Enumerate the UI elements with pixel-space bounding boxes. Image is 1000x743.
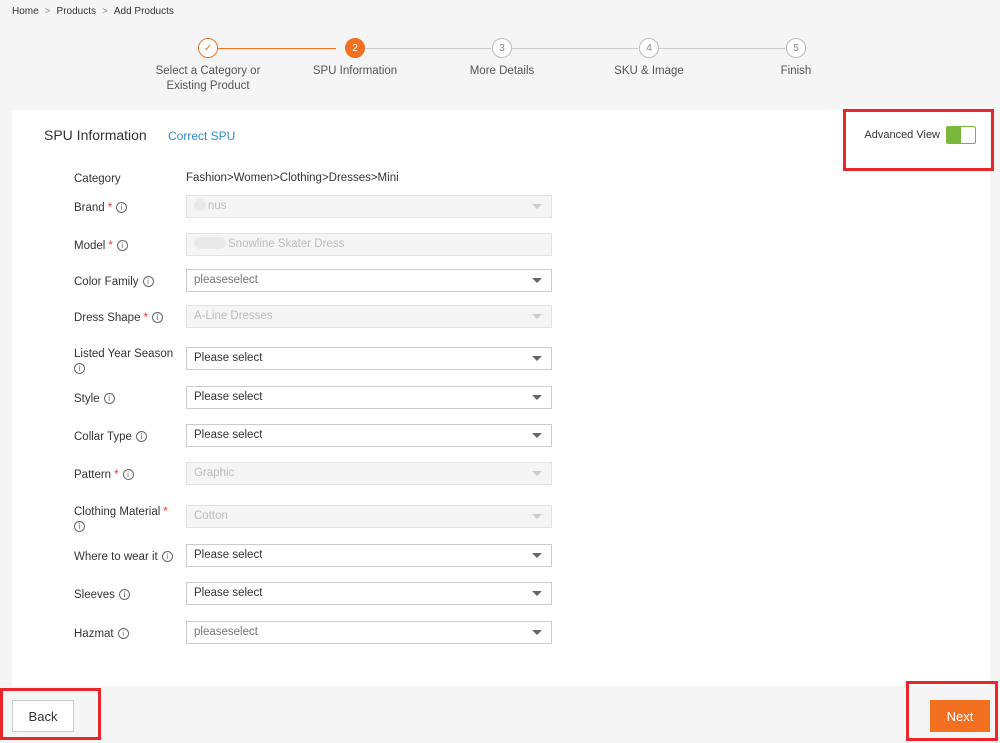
hazmat-value: pleaseselect	[194, 626, 258, 638]
info-icon[interactable]: i	[74, 521, 85, 532]
chevron-down-icon	[532, 514, 542, 519]
chevron-down-icon	[532, 278, 542, 283]
category-label: Category	[74, 173, 121, 185]
color-family-value: pleaseselect	[194, 274, 258, 286]
dress-shape-label: Dress Shape	[74, 312, 141, 324]
where-to-wear-select[interactable]: Please select	[186, 544, 552, 567]
sleeves-label: Sleeves	[74, 589, 115, 601]
required-mark: *	[114, 469, 119, 481]
required-mark: *	[107, 202, 113, 214]
required-mark: *	[143, 312, 148, 324]
color-family-label: Color Family	[74, 276, 139, 288]
brand-label: Brand	[74, 202, 105, 214]
step-number: 2	[345, 38, 365, 58]
highlight-box-advanced-view	[843, 109, 994, 171]
required-mark: *	[108, 240, 113, 252]
spu-information-panel: SPU Information Correct SPU Advanced Vie…	[12, 110, 990, 686]
pattern-value: Graphic	[194, 467, 235, 479]
highlight-box-back	[0, 688, 101, 740]
step-finish: 5 Finish	[731, 38, 861, 79]
breadcrumb-current: Add Products	[113, 6, 174, 17]
breadcrumb: Home > Products > Add Products	[12, 6, 174, 17]
breadcrumb-home[interactable]: Home	[12, 6, 39, 17]
sleeves-value: Please select	[194, 587, 263, 599]
chevron-down-icon	[532, 471, 542, 476]
style-value: Please select	[194, 391, 263, 403]
chevron-down-icon	[532, 553, 542, 558]
step-number: 3	[492, 38, 512, 58]
info-icon[interactable]: i	[135, 431, 147, 442]
breadcrumb-separator: >	[102, 6, 108, 17]
step-label: SPU Information	[312, 65, 398, 77]
hazmat-select[interactable]: pleaseselect	[186, 621, 552, 644]
hazmat-label: Hazmat	[74, 628, 114, 640]
dress-shape-value: A-Line Dresses	[194, 310, 273, 322]
color-family-select[interactable]: pleaseselect	[186, 269, 552, 292]
info-icon[interactable]: i	[151, 312, 163, 323]
model-input: Snowline Skater Dress	[186, 233, 552, 256]
step-select-category: ✓ Select a Category or Existing Product	[143, 38, 273, 94]
info-icon[interactable]: i	[122, 469, 134, 480]
progress-stepper: ✓ Select a Category or Existing Product 2…	[0, 38, 1000, 108]
step-sku-image: 4 SKU & Image	[584, 38, 714, 79]
collar-type-label: Collar Type	[74, 431, 132, 443]
clothing-material-select: Cotton	[186, 505, 552, 528]
panel-title: SPU Information	[44, 127, 147, 143]
listed-year-season-label: Listed Year Season	[74, 348, 174, 360]
style-label: Style	[74, 393, 100, 405]
chevron-down-icon	[532, 591, 542, 596]
step-label: SKU & Image	[614, 65, 684, 77]
chevron-down-icon	[532, 356, 542, 361]
step-spu-information: 2 SPU Information	[290, 38, 420, 79]
category-value: Fashion>Women>Clothing>Dresses>Mini	[186, 172, 399, 184]
step-label: Finish	[780, 65, 812, 77]
breadcrumb-products[interactable]: Products	[57, 6, 96, 17]
step-number: 4	[639, 38, 659, 58]
redacted-text	[194, 199, 206, 211]
info-icon[interactable]: i	[116, 202, 128, 213]
step-label: More Details	[469, 65, 535, 77]
step-label: Select a Category or	[155, 65, 261, 77]
listed-year-season-value: Please select	[194, 352, 263, 364]
highlight-box-next	[906, 681, 998, 741]
pattern-select: Graphic	[186, 462, 552, 485]
clothing-material-label: Clothing Material	[74, 506, 161, 518]
where-to-wear-value: Please select	[194, 549, 263, 561]
chevron-down-icon	[532, 630, 542, 635]
info-icon[interactable]: i	[103, 393, 115, 404]
brand-value: nus	[208, 200, 227, 212]
listed-year-season-select[interactable]: Please select	[186, 347, 552, 370]
info-icon[interactable]: i	[142, 276, 154, 287]
info-icon[interactable]: i	[161, 551, 173, 562]
clothing-material-value: Cotton	[194, 510, 228, 522]
dress-shape-select: A-Line Dresses	[186, 305, 552, 328]
model-value: Snowline Skater Dress	[228, 238, 345, 250]
chevron-down-icon	[532, 433, 542, 438]
breadcrumb-separator: >	[44, 6, 51, 17]
style-select[interactable]: Please select	[186, 386, 552, 409]
brand-select: nus	[186, 195, 552, 218]
chevron-down-icon	[532, 395, 542, 400]
chevron-down-icon	[532, 204, 542, 209]
collar-type-select[interactable]: Please select	[186, 424, 552, 447]
required-mark: *	[163, 506, 168, 518]
sleeves-select[interactable]: Please select	[186, 582, 552, 605]
redacted-text	[194, 237, 226, 249]
collar-type-value: Please select	[194, 429, 263, 441]
info-icon[interactable]: i	[117, 628, 129, 639]
correct-spu-link[interactable]: Correct SPU	[168, 129, 235, 143]
step-more-details: 3 More Details	[437, 38, 567, 79]
info-icon[interactable]: i	[74, 363, 85, 374]
info-icon[interactable]: i	[118, 589, 130, 600]
model-label: Model	[74, 240, 106, 252]
check-icon: ✓	[198, 38, 218, 58]
info-icon[interactable]: i	[116, 240, 128, 251]
pattern-label: Pattern	[74, 469, 112, 481]
where-to-wear-label: Where to wear it	[74, 551, 158, 563]
chevron-down-icon	[532, 314, 542, 319]
step-label: Existing Product	[166, 80, 250, 92]
step-number: 5	[786, 38, 806, 58]
